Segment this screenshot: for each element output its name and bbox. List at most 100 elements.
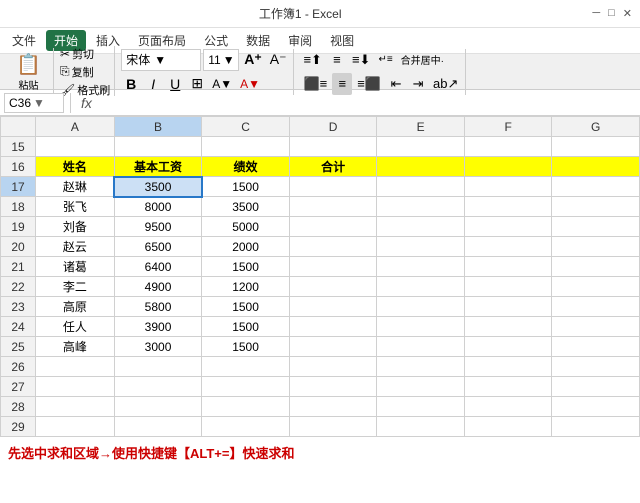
- cell[interactable]: [114, 397, 202, 417]
- merge-center-btn[interactable]: 合并居中·: [398, 49, 447, 71]
- maximize-btn[interactable]: □: [608, 7, 615, 20]
- align-right-btn[interactable]: ≡⬛: [354, 73, 384, 95]
- cell[interactable]: [464, 397, 552, 417]
- cell[interactable]: 诸葛: [36, 257, 115, 277]
- cell[interactable]: [552, 157, 640, 177]
- cell[interactable]: [289, 397, 377, 417]
- cell[interactable]: [289, 417, 377, 437]
- cell[interactable]: 8000: [114, 197, 202, 217]
- cell[interactable]: [114, 377, 202, 397]
- cell[interactable]: 任人: [36, 317, 115, 337]
- font-grow-btn[interactable]: A⁺: [241, 49, 265, 71]
- align-bottom-btn[interactable]: ≡⬇: [349, 49, 373, 71]
- cell[interactable]: [464, 297, 552, 317]
- cell[interactable]: [464, 277, 552, 297]
- bold-btn[interactable]: B: [121, 73, 141, 95]
- cell[interactable]: [552, 237, 640, 257]
- cell[interactable]: [377, 257, 465, 277]
- fill-color-btn[interactable]: A▼: [209, 73, 235, 95]
- cell[interactable]: [464, 157, 552, 177]
- cell[interactable]: [552, 297, 640, 317]
- row-header-28[interactable]: 28: [1, 397, 36, 417]
- cell[interactable]: [377, 157, 465, 177]
- cell[interactable]: [377, 237, 465, 257]
- row-header-19[interactable]: 19: [1, 217, 36, 237]
- indent-increase-btn[interactable]: ⇥: [408, 73, 428, 95]
- cell[interactable]: [377, 177, 465, 197]
- close-btn[interactable]: ✕: [623, 7, 632, 20]
- cell[interactable]: 姓名: [36, 157, 115, 177]
- font-color-btn[interactable]: A▼: [237, 73, 263, 95]
- cell[interactable]: [289, 277, 377, 297]
- row-header-16[interactable]: 16: [1, 157, 36, 177]
- row-header-25[interactable]: 25: [1, 337, 36, 357]
- cell[interactable]: [114, 357, 202, 377]
- cell[interactable]: [202, 417, 290, 437]
- cell[interactable]: [552, 337, 640, 357]
- cell[interactable]: [377, 297, 465, 317]
- border-btn[interactable]: ⊞: [187, 73, 207, 95]
- cell[interactable]: [552, 217, 640, 237]
- row-header-22[interactable]: 22: [1, 277, 36, 297]
- cell[interactable]: 6500: [114, 237, 202, 257]
- text-orient-btn[interactable]: ab↗: [430, 73, 461, 95]
- cell[interactable]: [289, 237, 377, 257]
- cell[interactable]: [552, 197, 640, 217]
- cell[interactable]: 9500: [114, 217, 202, 237]
- row-header-18[interactable]: 18: [1, 197, 36, 217]
- cell[interactable]: [114, 417, 202, 437]
- row-header-15[interactable]: 15: [1, 137, 36, 157]
- cell[interactable]: [289, 137, 377, 157]
- cell[interactable]: [36, 417, 115, 437]
- font-name-box[interactable]: 宋体 ▼: [121, 49, 201, 71]
- row-header-29[interactable]: 29: [1, 417, 36, 437]
- cell[interactable]: [36, 377, 115, 397]
- cell[interactable]: [289, 217, 377, 237]
- copy-button[interactable]: ⎘ 复制: [60, 64, 110, 80]
- align-left-btn[interactable]: ⬛≡: [300, 73, 330, 95]
- cell[interactable]: [464, 417, 552, 437]
- cell[interactable]: [202, 377, 290, 397]
- cell[interactable]: [289, 337, 377, 357]
- cell[interactable]: [552, 377, 640, 397]
- cell[interactable]: 3500: [202, 197, 290, 217]
- wrap-text-btn[interactable]: ↵≡: [375, 49, 395, 71]
- col-header-B[interactable]: B: [114, 117, 202, 137]
- formula-input[interactable]: [100, 96, 636, 110]
- cell[interactable]: [464, 357, 552, 377]
- row-header-23[interactable]: 23: [1, 297, 36, 317]
- cell[interactable]: 基本工资: [114, 157, 202, 177]
- cell[interactable]: [36, 137, 115, 157]
- cell[interactable]: 3500: [114, 177, 202, 197]
- minimize-btn[interactable]: ─: [592, 7, 600, 20]
- row-header-27[interactable]: 27: [1, 377, 36, 397]
- cell[interactable]: [377, 337, 465, 357]
- cell[interactable]: [464, 137, 552, 157]
- cell[interactable]: [377, 357, 465, 377]
- cell[interactable]: [289, 257, 377, 277]
- row-header-24[interactable]: 24: [1, 317, 36, 337]
- cell[interactable]: [289, 317, 377, 337]
- cell[interactable]: [377, 277, 465, 297]
- indent-decrease-btn[interactable]: ⇤: [386, 73, 406, 95]
- col-header-C[interactable]: C: [202, 117, 290, 137]
- cell[interactable]: [464, 237, 552, 257]
- cell[interactable]: [464, 217, 552, 237]
- align-center-btn[interactable]: ≡: [332, 73, 352, 95]
- cell[interactable]: 1500: [202, 317, 290, 337]
- cell[interactable]: 4900: [114, 277, 202, 297]
- cell[interactable]: [464, 317, 552, 337]
- italic-btn[interactable]: I: [143, 73, 163, 95]
- cell[interactable]: [377, 417, 465, 437]
- cell[interactable]: 6400: [114, 257, 202, 277]
- row-header-26[interactable]: 26: [1, 357, 36, 377]
- cell[interactable]: [464, 197, 552, 217]
- cell[interactable]: 赵云: [36, 237, 115, 257]
- underline-btn[interactable]: U: [165, 73, 185, 95]
- cell[interactable]: [552, 317, 640, 337]
- cell[interactable]: [289, 357, 377, 377]
- cell[interactable]: [464, 377, 552, 397]
- cell[interactable]: 3000: [114, 337, 202, 357]
- cell[interactable]: 3900: [114, 317, 202, 337]
- cell[interactable]: [36, 357, 115, 377]
